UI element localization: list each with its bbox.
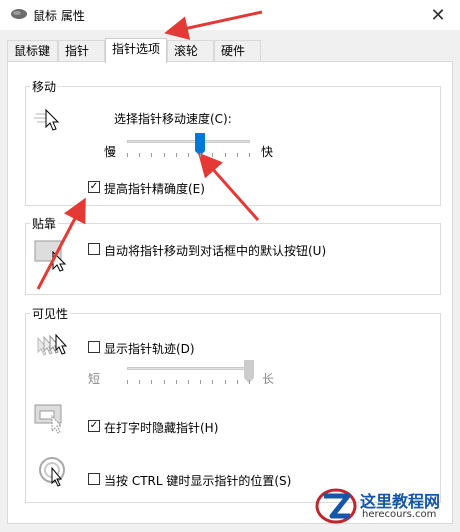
checkmark-icon: ✓ xyxy=(89,181,99,192)
pointer-speed-tick xyxy=(212,153,213,157)
pointer-trails-icon xyxy=(37,334,68,356)
close-button[interactable]: ✕ xyxy=(416,0,460,30)
title-bar: 鼠标 属性 ✕ xyxy=(0,0,460,30)
pointer-trails-tick xyxy=(249,380,250,384)
pointer-speed-tick xyxy=(164,153,165,157)
tab-hardware[interactable]: 硬件 xyxy=(214,40,261,62)
pointer-speed-tick xyxy=(151,153,152,157)
fast-label: 快 xyxy=(261,145,274,159)
pointer-trails-tick xyxy=(164,380,165,384)
pointer-speed-tick xyxy=(176,153,177,157)
pointer-trails-tick xyxy=(139,380,140,384)
pointer-speed-tick xyxy=(127,153,128,157)
motion-group-title: 移动 xyxy=(30,78,59,95)
pointer-speed-label: 选择指针移动速度(C): xyxy=(114,112,232,126)
tab-buttons[interactable]: 鼠标键 xyxy=(7,40,58,62)
snap-to-button-icon xyxy=(34,240,67,272)
pointer-speed-tick xyxy=(139,153,140,157)
tab-wheel[interactable]: 滚轮 xyxy=(167,40,214,62)
enhance-precision-checkbox[interactable]: ✓ xyxy=(88,181,100,193)
pointer-speed-icon xyxy=(34,108,60,131)
snap-group xyxy=(25,223,441,295)
pointer-trails-tick xyxy=(151,380,152,384)
visibility-group-title: 可见性 xyxy=(30,305,71,322)
pointer-trails-track[interactable] xyxy=(127,367,250,370)
watermark-logo-icon xyxy=(315,488,357,524)
pointer-speed-tick xyxy=(225,153,226,157)
tab-pointers[interactable]: 指针 xyxy=(58,40,105,62)
pointer-trails-label: 显示指针轨迹(D) xyxy=(104,342,195,356)
mouse-icon xyxy=(11,9,27,19)
long-label: 长 xyxy=(262,372,275,386)
pointer-speed-slider-thumb[interactable] xyxy=(195,133,205,156)
show-location-ctrl-label: 当按 CTRL 键时显示指针的位置(S) xyxy=(104,474,292,488)
pointer-trails-slider-thumb[interactable] xyxy=(244,360,254,383)
tab-pointer-options[interactable]: 指针选项 xyxy=(105,38,167,63)
hide-pointer-icon xyxy=(34,404,63,434)
pointer-trails-tick xyxy=(200,380,201,384)
snap-to-default-label: 自动将指针移动到对话框中的默认按钮(U) xyxy=(104,244,327,258)
window-title: 鼠标 属性 xyxy=(33,9,85,23)
slow-label: 慢 xyxy=(104,145,117,159)
pointer-speed-tick xyxy=(237,153,238,157)
hide-while-typing-label: 在打字时隐藏指针(H) xyxy=(104,421,219,435)
pointer-speed-tick xyxy=(188,153,189,157)
pointer-speed-tick xyxy=(200,153,201,157)
pointer-trails-checkbox[interactable] xyxy=(88,341,100,353)
pointer-trails-tick xyxy=(176,380,177,384)
snap-group-title: 贴靠 xyxy=(30,215,59,232)
show-location-ctrl-checkbox[interactable] xyxy=(88,473,100,485)
site-watermark: 这里教程网 herecours.com xyxy=(314,486,454,526)
pointer-speed-track[interactable] xyxy=(127,140,250,143)
pointer-speed-tick xyxy=(249,153,250,157)
short-label: 短 xyxy=(88,372,101,386)
close-icon: ✕ xyxy=(430,4,446,26)
checkmark-icon: ✓ xyxy=(89,420,99,431)
pointer-trails-tick xyxy=(212,380,213,384)
snap-to-default-checkbox[interactable] xyxy=(88,243,100,255)
pointer-trails-tick xyxy=(237,380,238,384)
pointer-trails-tick xyxy=(127,380,128,384)
pointer-trails-tick xyxy=(188,380,189,384)
enhance-precision-label: 提高指针精确度(E) xyxy=(104,182,205,196)
pointer-trails-tick xyxy=(225,380,226,384)
pointer-location-icon xyxy=(39,457,65,487)
watermark-url: herecours.com xyxy=(362,509,437,520)
hide-while-typing-checkbox[interactable]: ✓ xyxy=(88,420,100,432)
